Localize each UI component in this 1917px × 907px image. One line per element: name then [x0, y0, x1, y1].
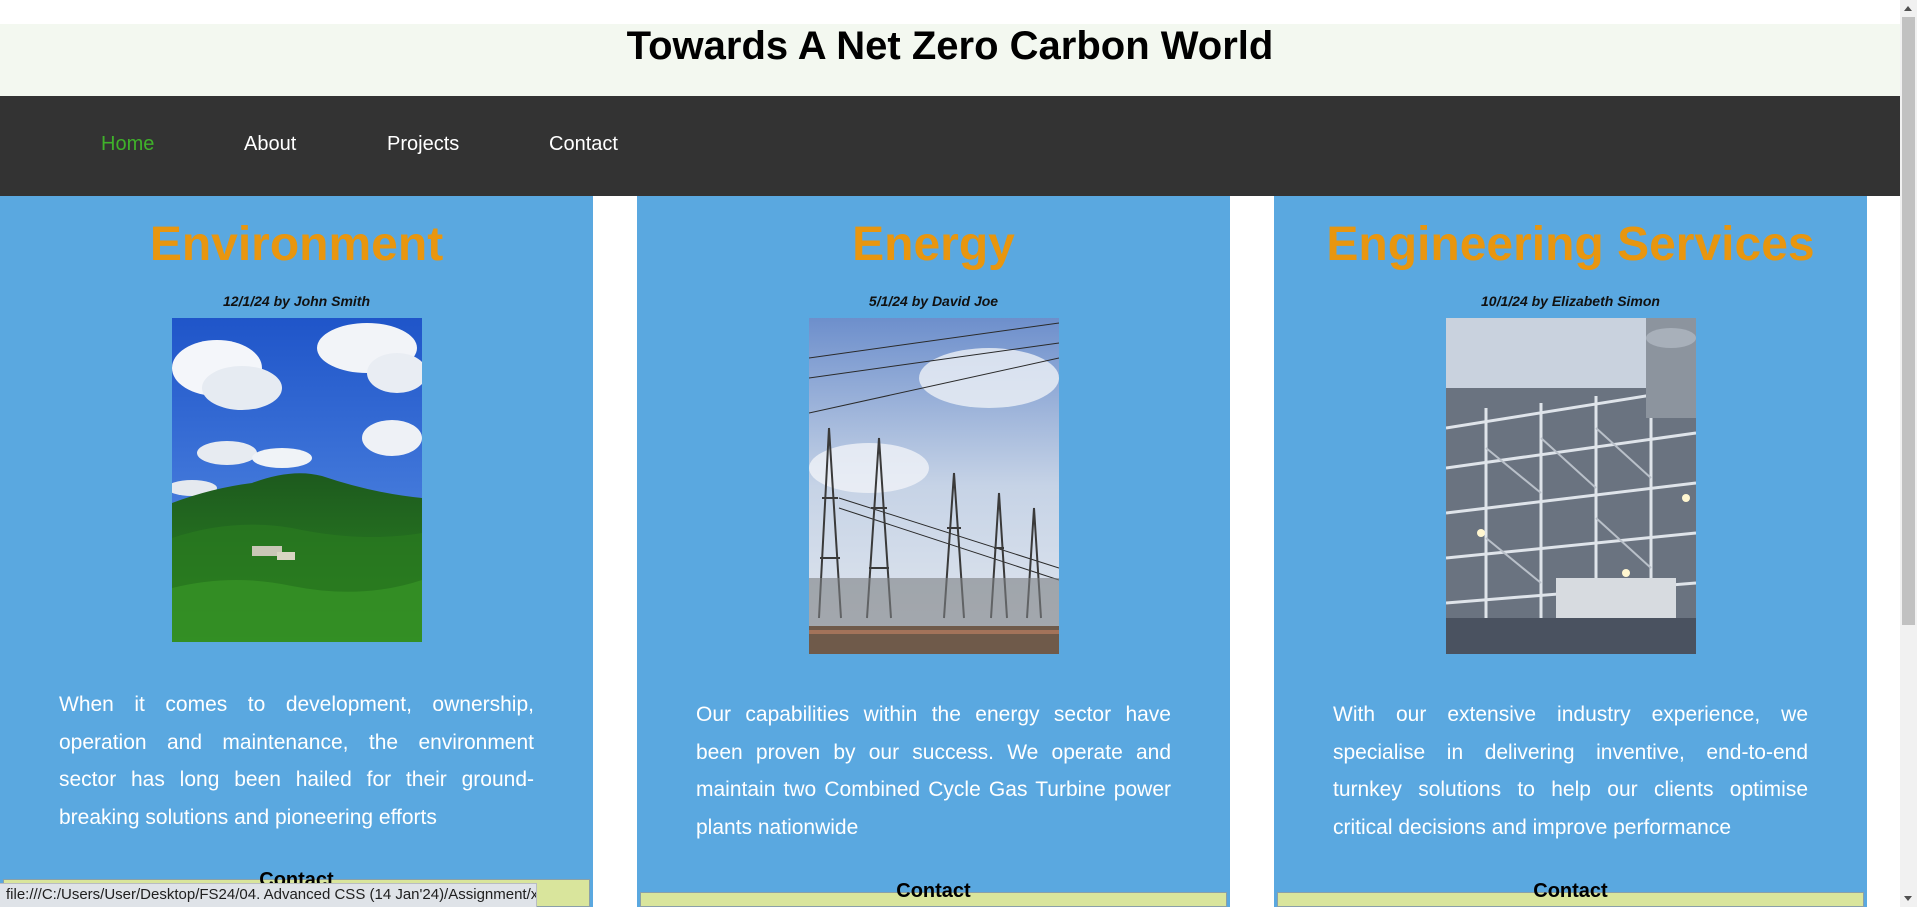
contact-label[interactable]: Contact: [1274, 879, 1867, 903]
nav-contact-link[interactable]: Contact: [549, 132, 618, 156]
page-title: Towards A Net Zero Carbon World: [626, 24, 1274, 68]
card-energy: Energy 5/1/24 by David Joe Our capabilit…: [637, 196, 1230, 907]
industrial-plant-photo: [1446, 318, 1696, 654]
main-navbar: Home About Projects Contact: [0, 96, 1900, 196]
scroll-down-arrow-icon[interactable]: [1904, 896, 1912, 901]
card-description: Our capabilities within the energy secto…: [696, 703, 1171, 839]
card-title: Energy: [852, 218, 1015, 271]
nav-about-link[interactable]: About: [244, 132, 296, 156]
contact-label[interactable]: Contact: [637, 879, 1230, 903]
card-byline: 12/1/24 by John Smith: [222, 293, 371, 309]
vertical-scrollbar[interactable]: [1900, 0, 1917, 907]
power-transmission-towers-photo: [809, 318, 1059, 654]
card-title: Environment: [149, 218, 444, 271]
card-description: With our extensive industry experience, …: [1333, 703, 1808, 839]
card-byline: 5/1/24 by David Joe: [868, 293, 999, 309]
scrollbar-thumb[interactable]: [1902, 17, 1915, 625]
forest-hill-photo: [172, 318, 422, 642]
card-title: Engineering Services: [1326, 218, 1815, 271]
card-byline: 10/1/24 by Elizabeth Simon: [1481, 293, 1660, 309]
card-environment: Environment 12/1/24 by John Smith When i…: [0, 196, 593, 907]
browser-status-bar: file:///C:/Users/User/Desktop/FS24/04. A…: [0, 883, 537, 907]
card-engineering-services: Engineering Services 10/1/24 by Elizabet…: [1274, 196, 1867, 907]
site-header: Towards A Net Zero Carbon World: [0, 24, 1900, 96]
scroll-up-arrow-icon[interactable]: [1904, 6, 1912, 11]
nav-projects-link[interactable]: Projects: [387, 132, 459, 156]
card-description: When it comes to development, ownership,…: [59, 693, 534, 829]
nav-home-link[interactable]: Home: [101, 132, 154, 156]
